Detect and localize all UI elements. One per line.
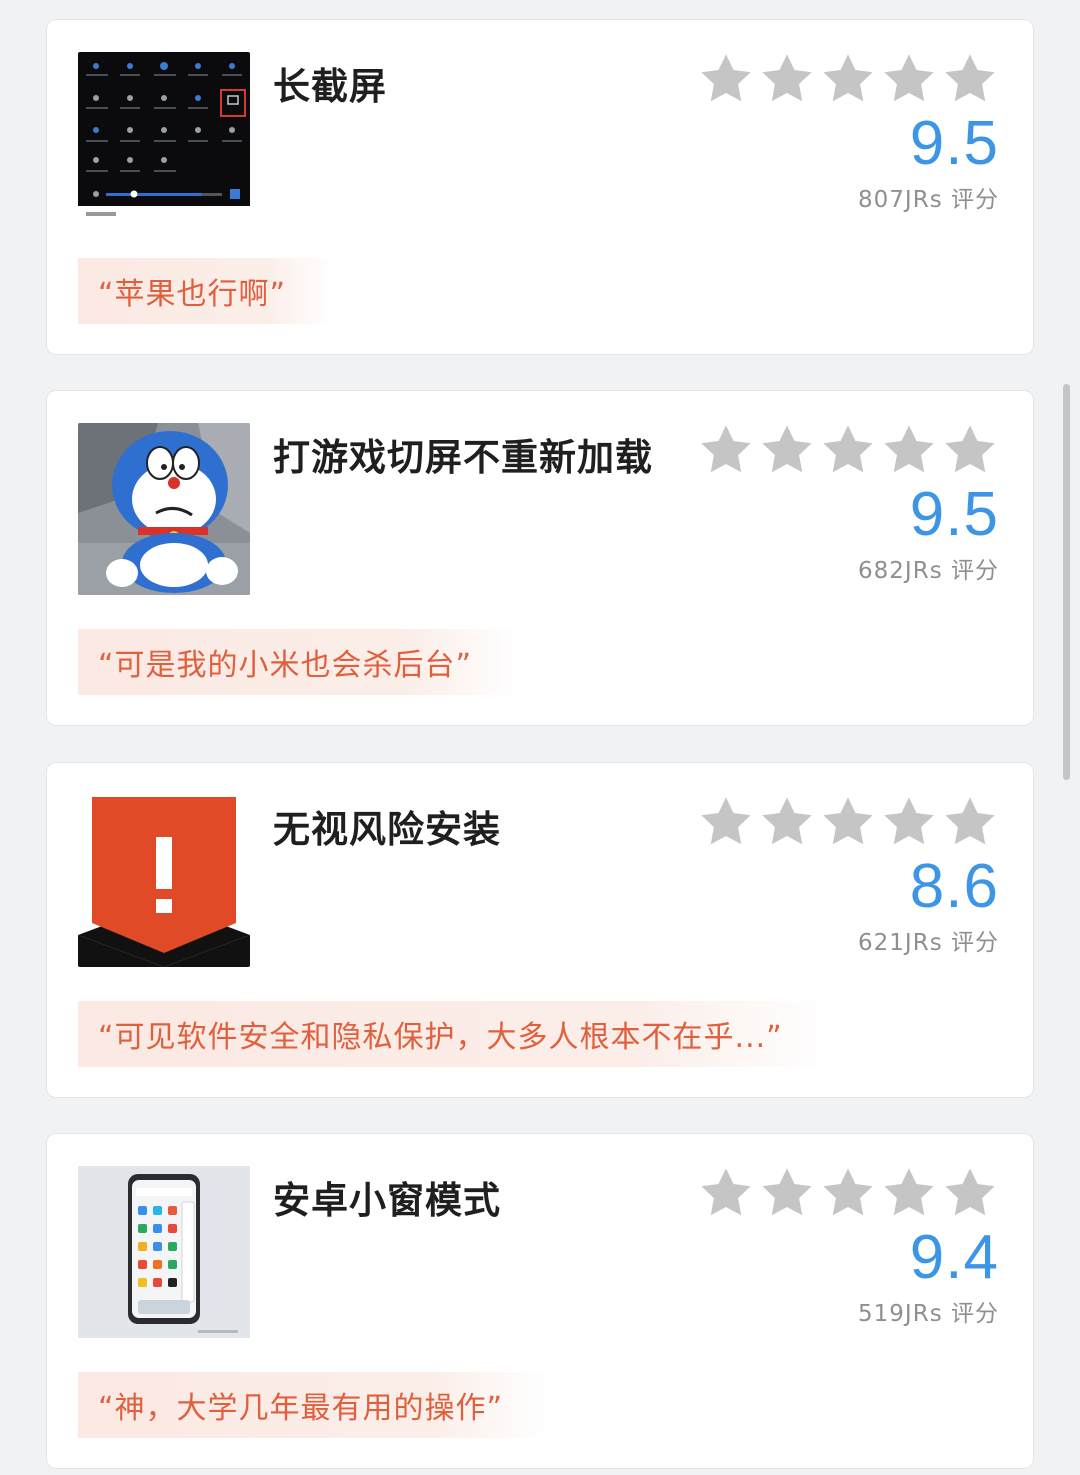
feature-title: 安卓小窗模式 bbox=[273, 1179, 501, 1222]
rating-count: 682JRs 评分 bbox=[858, 558, 999, 584]
warning-shield-icon bbox=[78, 795, 250, 967]
rating-count: 807JRs 评分 bbox=[858, 187, 999, 213]
star-icon bbox=[945, 425, 995, 473]
star-icon bbox=[884, 1168, 934, 1216]
rating-score: 9.5 bbox=[909, 480, 999, 549]
star-icon bbox=[762, 1168, 812, 1216]
star-icon bbox=[762, 54, 812, 102]
star-icon bbox=[823, 425, 873, 473]
star-icon bbox=[884, 425, 934, 473]
rating-count: 621JRs 评分 bbox=[858, 930, 999, 956]
thumbnail-image bbox=[78, 52, 250, 224]
star-icon bbox=[701, 425, 751, 473]
star-rating bbox=[697, 421, 999, 479]
comment-quote: “苹果也行啊” bbox=[78, 258, 333, 324]
feature-title: 打游戏切屏不重新加载 bbox=[273, 436, 653, 479]
star-icon bbox=[701, 1168, 751, 1216]
scrollbar[interactable] bbox=[1063, 384, 1070, 780]
star-icon bbox=[884, 797, 934, 845]
comment-quote: “可是我的小米也会杀后台” bbox=[78, 629, 519, 695]
star-rating bbox=[697, 1164, 999, 1222]
star-icon bbox=[762, 797, 812, 845]
thumbnail-image bbox=[78, 423, 250, 595]
star-icon bbox=[884, 54, 934, 102]
star-rating bbox=[697, 793, 999, 851]
rating-card[interactable]: 打游戏切屏不重新加载 9.5 682JRs 评分 “可是我的小米也会杀后台” bbox=[46, 390, 1034, 726]
rating-score: 9.4 bbox=[909, 1223, 999, 1292]
star-icon bbox=[701, 797, 751, 845]
star-icon bbox=[945, 1168, 995, 1216]
thumbnail-image bbox=[78, 1166, 250, 1338]
rating-card[interactable]: 长截屏 9.5 807JRs 评分 “苹果也行啊” bbox=[46, 19, 1034, 355]
star-icon bbox=[945, 797, 995, 845]
doraemon-meme bbox=[78, 423, 250, 595]
rating-score: 8.6 bbox=[909, 852, 999, 921]
star-icon bbox=[823, 1168, 873, 1216]
comment-quote: “可见软件安全和隐私保护，大多人根本不在乎...” bbox=[78, 1001, 829, 1067]
star-icon bbox=[823, 797, 873, 845]
star-icon bbox=[945, 54, 995, 102]
feature-title: 无视风险安装 bbox=[273, 808, 501, 851]
control-center-screenshot bbox=[78, 52, 250, 216]
star-icon bbox=[701, 54, 751, 102]
rating-card[interactable]: 无视风险安装 8.6 621JRs 评分 “可见软件安全和隐私保护，大多人根本不… bbox=[46, 762, 1034, 1098]
thumbnail-image bbox=[78, 795, 250, 967]
star-icon bbox=[823, 54, 873, 102]
rating-card[interactable]: 安卓小窗模式 9.4 519JRs 评分 “神，大学几年最有用的操作” bbox=[46, 1133, 1034, 1469]
rating-count: 519JRs 评分 bbox=[858, 1301, 999, 1327]
rating-score: 9.5 bbox=[909, 109, 999, 178]
star-rating bbox=[697, 50, 999, 108]
phone-floating-window bbox=[78, 1166, 250, 1338]
comment-quote: “神，大学几年最有用的操作” bbox=[78, 1372, 550, 1438]
star-icon bbox=[762, 425, 812, 473]
feature-title: 长截屏 bbox=[273, 65, 387, 108]
